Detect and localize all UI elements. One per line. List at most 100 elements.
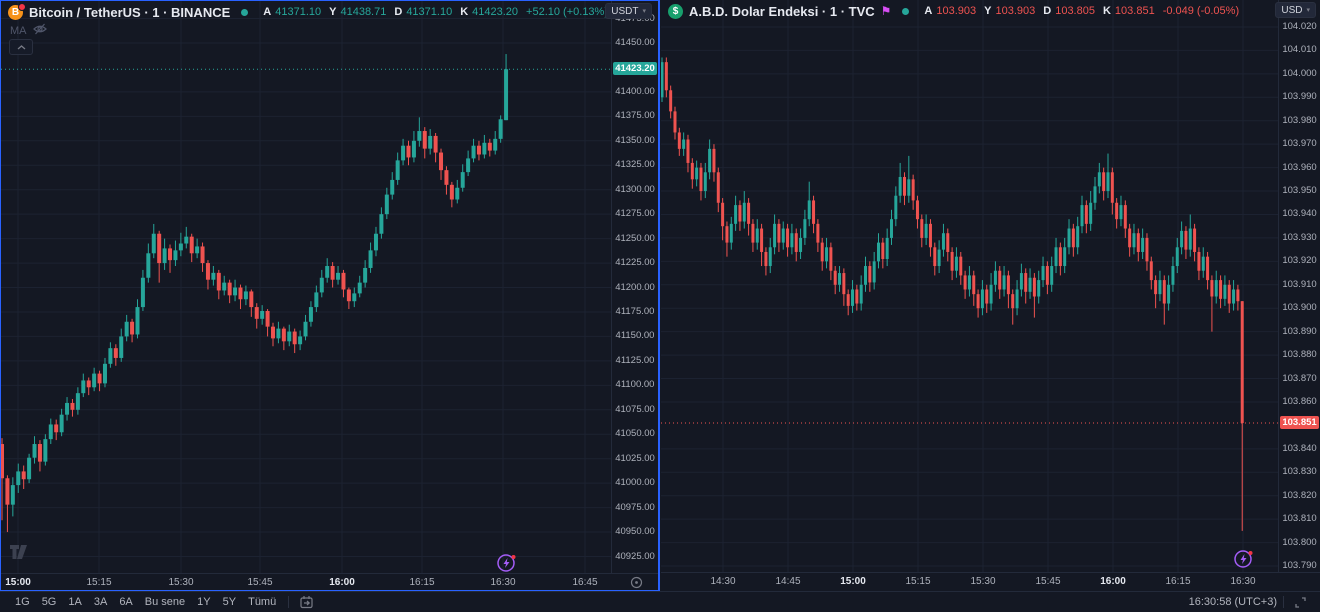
price-tick-label: 103.940 bbox=[1279, 208, 1320, 219]
price-tick-label: 103.930 bbox=[1279, 232, 1320, 243]
candles[interactable] bbox=[661, 57, 1244, 530]
range-button-1y[interactable]: 1Y bbox=[191, 594, 216, 610]
collapse-indicators-button[interactable] bbox=[9, 39, 33, 55]
range-button-bu-sene[interactable]: Bu sene bbox=[139, 594, 191, 610]
range-button-5g[interactable]: 5G bbox=[36, 594, 63, 610]
price-tick-label: 103.980 bbox=[1279, 115, 1320, 126]
price-tick-label: 41400.00 bbox=[612, 86, 658, 97]
candles[interactable] bbox=[1, 54, 508, 532]
time-tick-label: 15:30 bbox=[965, 576, 1001, 587]
btc-price-axis[interactable]: 41475.0041450.0041400.0041375.0041350.00… bbox=[611, 1, 658, 573]
chart-pane-btcusdt[interactable]: B Bitcoin / TetherUS · 1 · BINANCE A 4137… bbox=[0, 0, 660, 591]
maximize-icon[interactable] bbox=[1290, 596, 1311, 609]
toolbar-divider bbox=[288, 596, 289, 608]
time-tick-label: 16:15 bbox=[1160, 576, 1196, 587]
time-tick-label: 16:30 bbox=[485, 577, 521, 588]
price-tick-label: 41250.00 bbox=[612, 233, 658, 244]
bitcoin-icon: B bbox=[8, 5, 23, 20]
flag-icon[interactable]: ⚑ bbox=[881, 5, 892, 17]
ohlc-label: K bbox=[460, 6, 468, 18]
dxy-time-axis[interactable]: 14:3014:4515:0015:1515:3015:4516:0016:15… bbox=[661, 572, 1320, 591]
time-tick-label: 15:15 bbox=[81, 577, 117, 588]
market-open-dot bbox=[902, 8, 909, 15]
price-tick-label: 41150.00 bbox=[612, 330, 658, 341]
time-tick-label: 15:45 bbox=[1030, 576, 1066, 587]
ohlc-label: Y bbox=[329, 6, 336, 18]
price-tick-label: 40975.00 bbox=[612, 502, 658, 513]
last-price-badge: 41423.20 bbox=[613, 62, 657, 75]
tradingview-logo bbox=[10, 545, 32, 564]
btc-legend: B Bitcoin / TetherUS · 1 · BINANCE A 4137… bbox=[8, 4, 608, 20]
price-tick-label: 41325.00 bbox=[612, 159, 658, 170]
ohlc-value: 103.903 bbox=[936, 5, 976, 17]
time-tick-label: 15:45 bbox=[242, 577, 278, 588]
range-button-5y[interactable]: 5Y bbox=[217, 594, 242, 610]
btc-time-axis[interactable]: 15:0015:1515:3015:4516:0016:1516:3016:45 bbox=[1, 573, 658, 592]
price-tick-label: 103.830 bbox=[1279, 466, 1320, 477]
chart-pane-dxy[interactable]: $ A.B.D. Dolar Endeksi · 1 · TVC ⚑ A103.… bbox=[661, 0, 1320, 591]
range-button-1g[interactable]: 1G bbox=[9, 594, 36, 610]
btc-candlestick-chart[interactable] bbox=[1, 1, 612, 573]
ohlc-label: A bbox=[263, 6, 271, 18]
currency-dropdown-usdt[interactable]: USDT ▾ bbox=[605, 3, 652, 19]
ohlc-value: 103.805 bbox=[1055, 5, 1095, 17]
time-tick-label: 15:00 bbox=[0, 577, 36, 588]
indicator-legend: MA bbox=[10, 23, 47, 38]
price-tick-label: 41300.00 bbox=[612, 184, 658, 195]
price-tick-label: 41025.00 bbox=[612, 453, 658, 464]
chevron-down-icon: ▾ bbox=[1306, 6, 1310, 14]
btc-ohlc-values: A41371.10Y41438.71D41371.10K41423.20+52.… bbox=[259, 6, 608, 18]
price-change: -0.049 (-0.05%) bbox=[1163, 5, 1239, 17]
price-tick-label: 103.970 bbox=[1279, 138, 1320, 149]
price-tick-label: 103.790 bbox=[1279, 560, 1320, 571]
range-button-3a[interactable]: 3A bbox=[88, 594, 113, 610]
price-tick-label: 41350.00 bbox=[612, 135, 658, 146]
time-tick-label: 14:45 bbox=[770, 576, 806, 587]
ohlc-value: 41371.10 bbox=[406, 6, 452, 18]
price-tick-label: 41450.00 bbox=[612, 37, 658, 48]
ohlc-value: 103.903 bbox=[995, 5, 1035, 17]
time-tick-label: 14:30 bbox=[705, 576, 741, 587]
clock[interactable]: 16:30:58 (UTC+3) bbox=[1189, 596, 1277, 608]
price-tick-label: 41100.00 bbox=[612, 379, 658, 390]
lightning-icon[interactable] bbox=[1233, 548, 1255, 570]
notification-dot bbox=[18, 3, 26, 11]
price-tick-label: 41275.00 bbox=[612, 208, 658, 219]
lightning-icon[interactable] bbox=[496, 552, 518, 574]
price-tick-label: 41075.00 bbox=[612, 404, 658, 415]
range-buttons: 1G5G1A3A6ABu sene1Y5YTümü bbox=[9, 594, 282, 610]
ohlc-label: Y bbox=[984, 5, 991, 17]
currency-dropdown-usd[interactable]: USD ▾ bbox=[1275, 2, 1316, 18]
eye-hidden-icon[interactable] bbox=[33, 23, 47, 38]
ohlc-label: D bbox=[1043, 5, 1051, 17]
btc-symbol-title[interactable]: Bitcoin / TetherUS · 1 · BINANCE bbox=[29, 5, 230, 20]
ohlc-value: 103.851 bbox=[1115, 5, 1155, 17]
price-tick-label: 41225.00 bbox=[612, 257, 658, 268]
dxy-symbol-title[interactable]: A.B.D. Dolar Endeksi · 1 · TVC bbox=[689, 4, 875, 19]
last-price-badge: 103.851 bbox=[1280, 416, 1319, 429]
chevron-down-icon: ▾ bbox=[642, 7, 646, 15]
range-button-1a[interactable]: 1A bbox=[62, 594, 87, 610]
time-tick-label: 15:15 bbox=[900, 576, 936, 587]
price-tick-label: 103.920 bbox=[1279, 255, 1320, 266]
price-tick-label: 41050.00 bbox=[612, 428, 658, 439]
market-open-dot bbox=[241, 9, 248, 16]
price-tick-label: 103.910 bbox=[1279, 279, 1320, 290]
dxy-price-axis[interactable]: 104.020104.010104.000103.990103.980103.9… bbox=[1278, 0, 1320, 572]
price-tick-label: 104.010 bbox=[1279, 44, 1320, 55]
price-tick-label: 41125.00 bbox=[612, 355, 658, 366]
go-to-date-icon[interactable] bbox=[295, 595, 318, 609]
ohlc-value: 41423.20 bbox=[472, 6, 518, 18]
toolbar-divider bbox=[1283, 596, 1284, 608]
range-button-tümü[interactable]: Tümü bbox=[242, 594, 282, 610]
price-change: +52.10 (+0.13%) bbox=[526, 6, 608, 18]
dxy-candlestick-chart[interactable] bbox=[661, 0, 1278, 572]
range-button-6a[interactable]: 6A bbox=[113, 594, 138, 610]
ohlc-label: K bbox=[1103, 5, 1111, 17]
time-tick-label: 16:30 bbox=[1225, 576, 1261, 587]
price-tick-label: 40950.00 bbox=[612, 526, 658, 537]
tradingview-multichart: B Bitcoin / TetherUS · 1 · BINANCE A 4137… bbox=[0, 0, 1320, 612]
price-tick-label: 103.880 bbox=[1279, 349, 1320, 360]
price-tick-label: 104.000 bbox=[1279, 68, 1320, 79]
price-tick-label: 40925.00 bbox=[612, 551, 658, 562]
